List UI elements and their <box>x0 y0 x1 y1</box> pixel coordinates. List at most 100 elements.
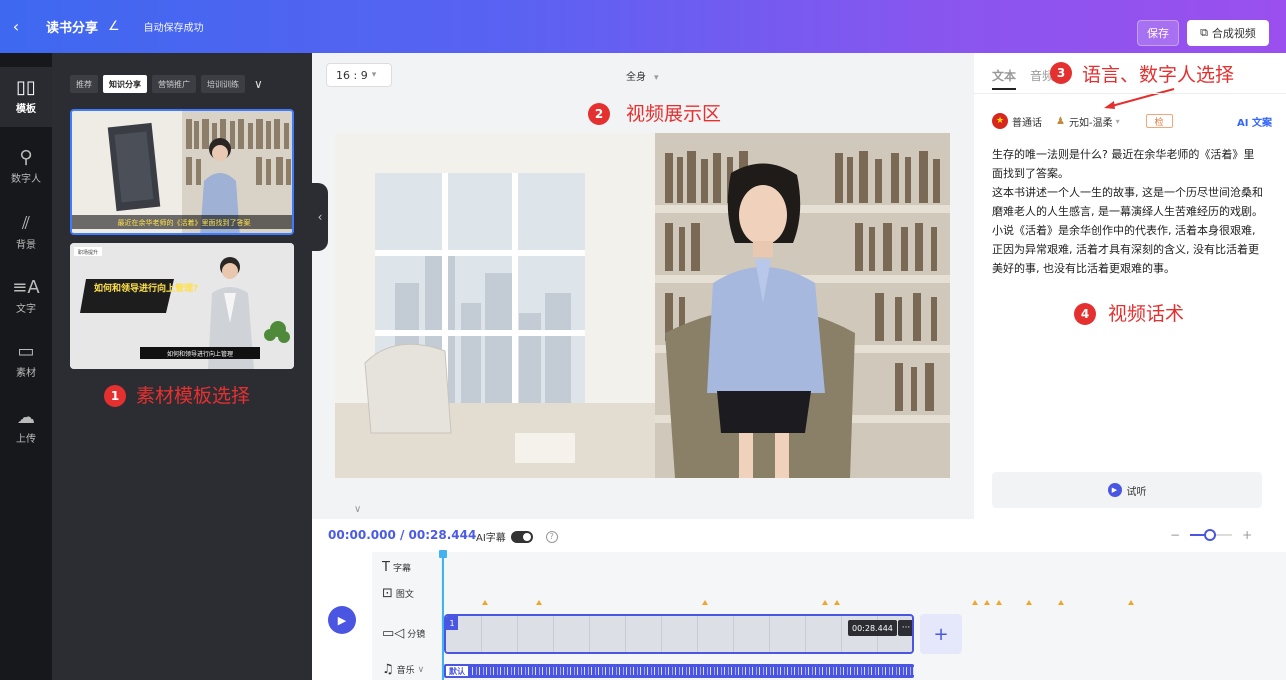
annotation-marker-3: 3 <box>1050 62 1072 84</box>
camera-icon: ▭◁ <box>382 626 405 641</box>
preview-listen-button[interactable]: ▶ 试听 <box>992 472 1262 508</box>
zoom-in-icon[interactable]: + <box>1242 528 1252 542</box>
collapse-panel-icon[interactable]: ‹ <box>312 183 328 251</box>
project-title[interactable]: 读书分享 <box>46 17 98 36</box>
rail-item-background[interactable]: ⫽ 背景 <box>0 203 52 263</box>
framing-select[interactable]: 全身 ▾ <box>626 68 659 83</box>
caret-down-icon: ▾ <box>654 73 659 83</box>
zoom-slider-knob[interactable] <box>1204 529 1217 541</box>
music-default-label: 默认 <box>446 666 468 676</box>
aspect-ratio-select[interactable]: 16 : 9 ▾ <box>326 63 392 87</box>
language-select[interactable]: 普通话 <box>1012 114 1042 129</box>
text-icon: ≡A <box>12 277 40 298</box>
track-label-graphic: ⊡ 图文 <box>382 586 414 601</box>
clip-duration: 00:28.444 <box>848 620 897 636</box>
upload-cloud-icon: ☁ <box>17 407 35 428</box>
tab-training[interactable]: 培训训练 <box>201 75 245 93</box>
ai-subtitle-label: AI字幕 <box>476 533 506 544</box>
check-button[interactable]: 检 <box>1145 114 1173 128</box>
tab-recommend[interactable]: 推荐 <box>70 75 98 93</box>
template-thumbnail-reading: 最近在余华老师的《活着》里面找到了答案 <box>72 111 292 233</box>
rail-item-material[interactable]: ▭ 素材 <box>0 331 52 391</box>
timecode: 00:00.000 / 00:28.444 <box>328 528 477 542</box>
avatar-select[interactable]: 元如-温柔 <box>1069 114 1113 129</box>
zoom-out-icon[interactable]: − <box>1170 528 1180 542</box>
keyframe-marker[interactable] <box>482 600 488 605</box>
edit-title-icon[interactable]: ∠ <box>108 19 120 34</box>
timeline-tracks[interactable]: 1 00:28.444 ··· + 默认 <box>439 550 1286 680</box>
annotation-marker-1: 1 <box>104 385 126 407</box>
play-button[interactable]: ▶ <box>328 606 356 634</box>
china-flag-icon: ★ <box>992 113 1008 129</box>
template-caption: 最近在余华老师的《活着》里面找到了答案 <box>118 218 251 227</box>
script-tabs: 文本 音频 <box>992 67 1054 90</box>
person-icon: ⚲ <box>19 147 33 168</box>
ai-subtitle-switch[interactable] <box>510 530 533 543</box>
listen-label: 试听 <box>1126 486 1147 498</box>
keyframe-marker[interactable] <box>536 600 542 605</box>
caret-down-icon[interactable]: ▾ <box>1116 117 1120 126</box>
clip-frame <box>590 616 626 652</box>
rail-item-upload[interactable]: ☁ 上传 <box>0 397 52 457</box>
clip-frame <box>734 616 770 652</box>
help-icon[interactable]: ? <box>545 530 558 543</box>
clip-frame <box>662 616 698 652</box>
keyframe-marker[interactable] <box>972 600 978 605</box>
back-icon[interactable]: ‹ <box>0 17 32 36</box>
more-icon[interactable]: ··· <box>898 620 912 636</box>
zoom-control: − + <box>1170 528 1252 542</box>
rail-item-digital-human[interactable]: ⚲ 数字人 <box>0 137 52 197</box>
keyframe-marker[interactable] <box>1026 600 1032 605</box>
compose-video-button[interactable]: ⧉ 合成视频 <box>1187 20 1269 46</box>
timeline-controls: ▶ <box>312 552 372 680</box>
keyframe-marker[interactable] <box>1128 600 1134 605</box>
folder-icon: ▭ <box>17 341 35 362</box>
keyframe-marker[interactable] <box>1058 600 1064 605</box>
rail-item-template[interactable]: ▯▯ 模板 <box>0 67 52 127</box>
play-icon: ▶ <box>1107 483 1122 497</box>
track-label-text: 字幕 <box>392 564 411 574</box>
template-caption: 如何和领导进行向上管理 <box>167 350 233 358</box>
track-label-text: 音乐 <box>396 666 415 676</box>
left-nav-rail: ▯▯ 模板 ⚲ 数字人 ⫽ 背景 ≡A 文字 ▭ 素材 ☁ 上传 <box>0 53 52 680</box>
clip-frame <box>770 616 806 652</box>
keyframe-marker[interactable] <box>984 600 990 605</box>
top-bar: ‹ 读书分享 ∠ 自动保存成功 保存 ⧉ 合成视频 <box>0 0 1286 53</box>
caret-down-icon: ▾ <box>371 70 377 80</box>
script-textarea[interactable]: 生存的唯一法则是什么? 最近在余华老师的《活着》里面找到了答案。 这本书讲述一个… <box>992 145 1264 278</box>
waveform <box>472 667 914 675</box>
keyframe-marker[interactable] <box>702 600 708 605</box>
keyframe-marker[interactable] <box>996 600 1002 605</box>
track-label-text: 分镜 <box>407 630 426 640</box>
rail-label: 数字人 <box>11 174 41 185</box>
annotation-marker-2: 2 <box>588 103 610 125</box>
add-clip-button[interactable]: + <box>920 614 962 654</box>
chevron-down-icon[interactable]: ∨ <box>418 665 425 675</box>
script-paragraph: 这本书讲述一个人一生的故事, 这是一个历尽世间沧桑和磨难老人的人生感言, 是一幕… <box>992 186 1263 218</box>
template-card[interactable]: 职场提升 如何和领导进行向上管理? 如何和领导进行向上管理 <box>70 243 294 369</box>
expand-timeline-icon[interactable]: ∨ <box>354 504 361 515</box>
playhead[interactable] <box>439 550 447 680</box>
music-track-bar[interactable]: 默认 <box>444 664 914 678</box>
rail-item-text[interactable]: ≡A 文字 <box>0 267 52 327</box>
tab-knowledge[interactable]: 知识分享 <box>103 75 147 93</box>
voice-settings-row: ★ 普通话 ♟ 元如-温柔 ▾ 检 AI 文案 <box>992 113 1272 129</box>
ai-copy-button[interactable]: AI 文案 <box>1237 114 1272 129</box>
track-labels: T 字幕 ⊡ 图文 ▭◁ 分镜 ♫ 音乐 ∨ <box>372 552 442 680</box>
annotation-arrow <box>1104 88 1175 109</box>
template-headline: 如何和领导进行向上管理? <box>94 282 198 294</box>
keyframe-marker[interactable] <box>822 600 828 605</box>
rail-label: 背景 <box>16 240 36 251</box>
chevron-down-icon[interactable]: ∨ <box>254 77 263 91</box>
track-label-music[interactable]: ♫ 音乐 ∨ <box>382 662 424 677</box>
zoom-slider[interactable] <box>1190 529 1233 541</box>
video-clip[interactable]: 1 00:28.444 ··· <box>444 614 914 654</box>
template-card[interactable]: 最近在余华老师的《活着》里面找到了答案 <box>70 109 294 235</box>
divider <box>974 93 1286 94</box>
save-button[interactable]: 保存 <box>1137 20 1179 46</box>
keyframe-marker[interactable] <box>834 600 840 605</box>
tab-text[interactable]: 文本 <box>992 67 1017 90</box>
tab-marketing[interactable]: 营销推广 <box>152 75 196 93</box>
rail-label: 文字 <box>16 304 36 315</box>
autosave-status: 自动保存成功 <box>143 23 204 34</box>
